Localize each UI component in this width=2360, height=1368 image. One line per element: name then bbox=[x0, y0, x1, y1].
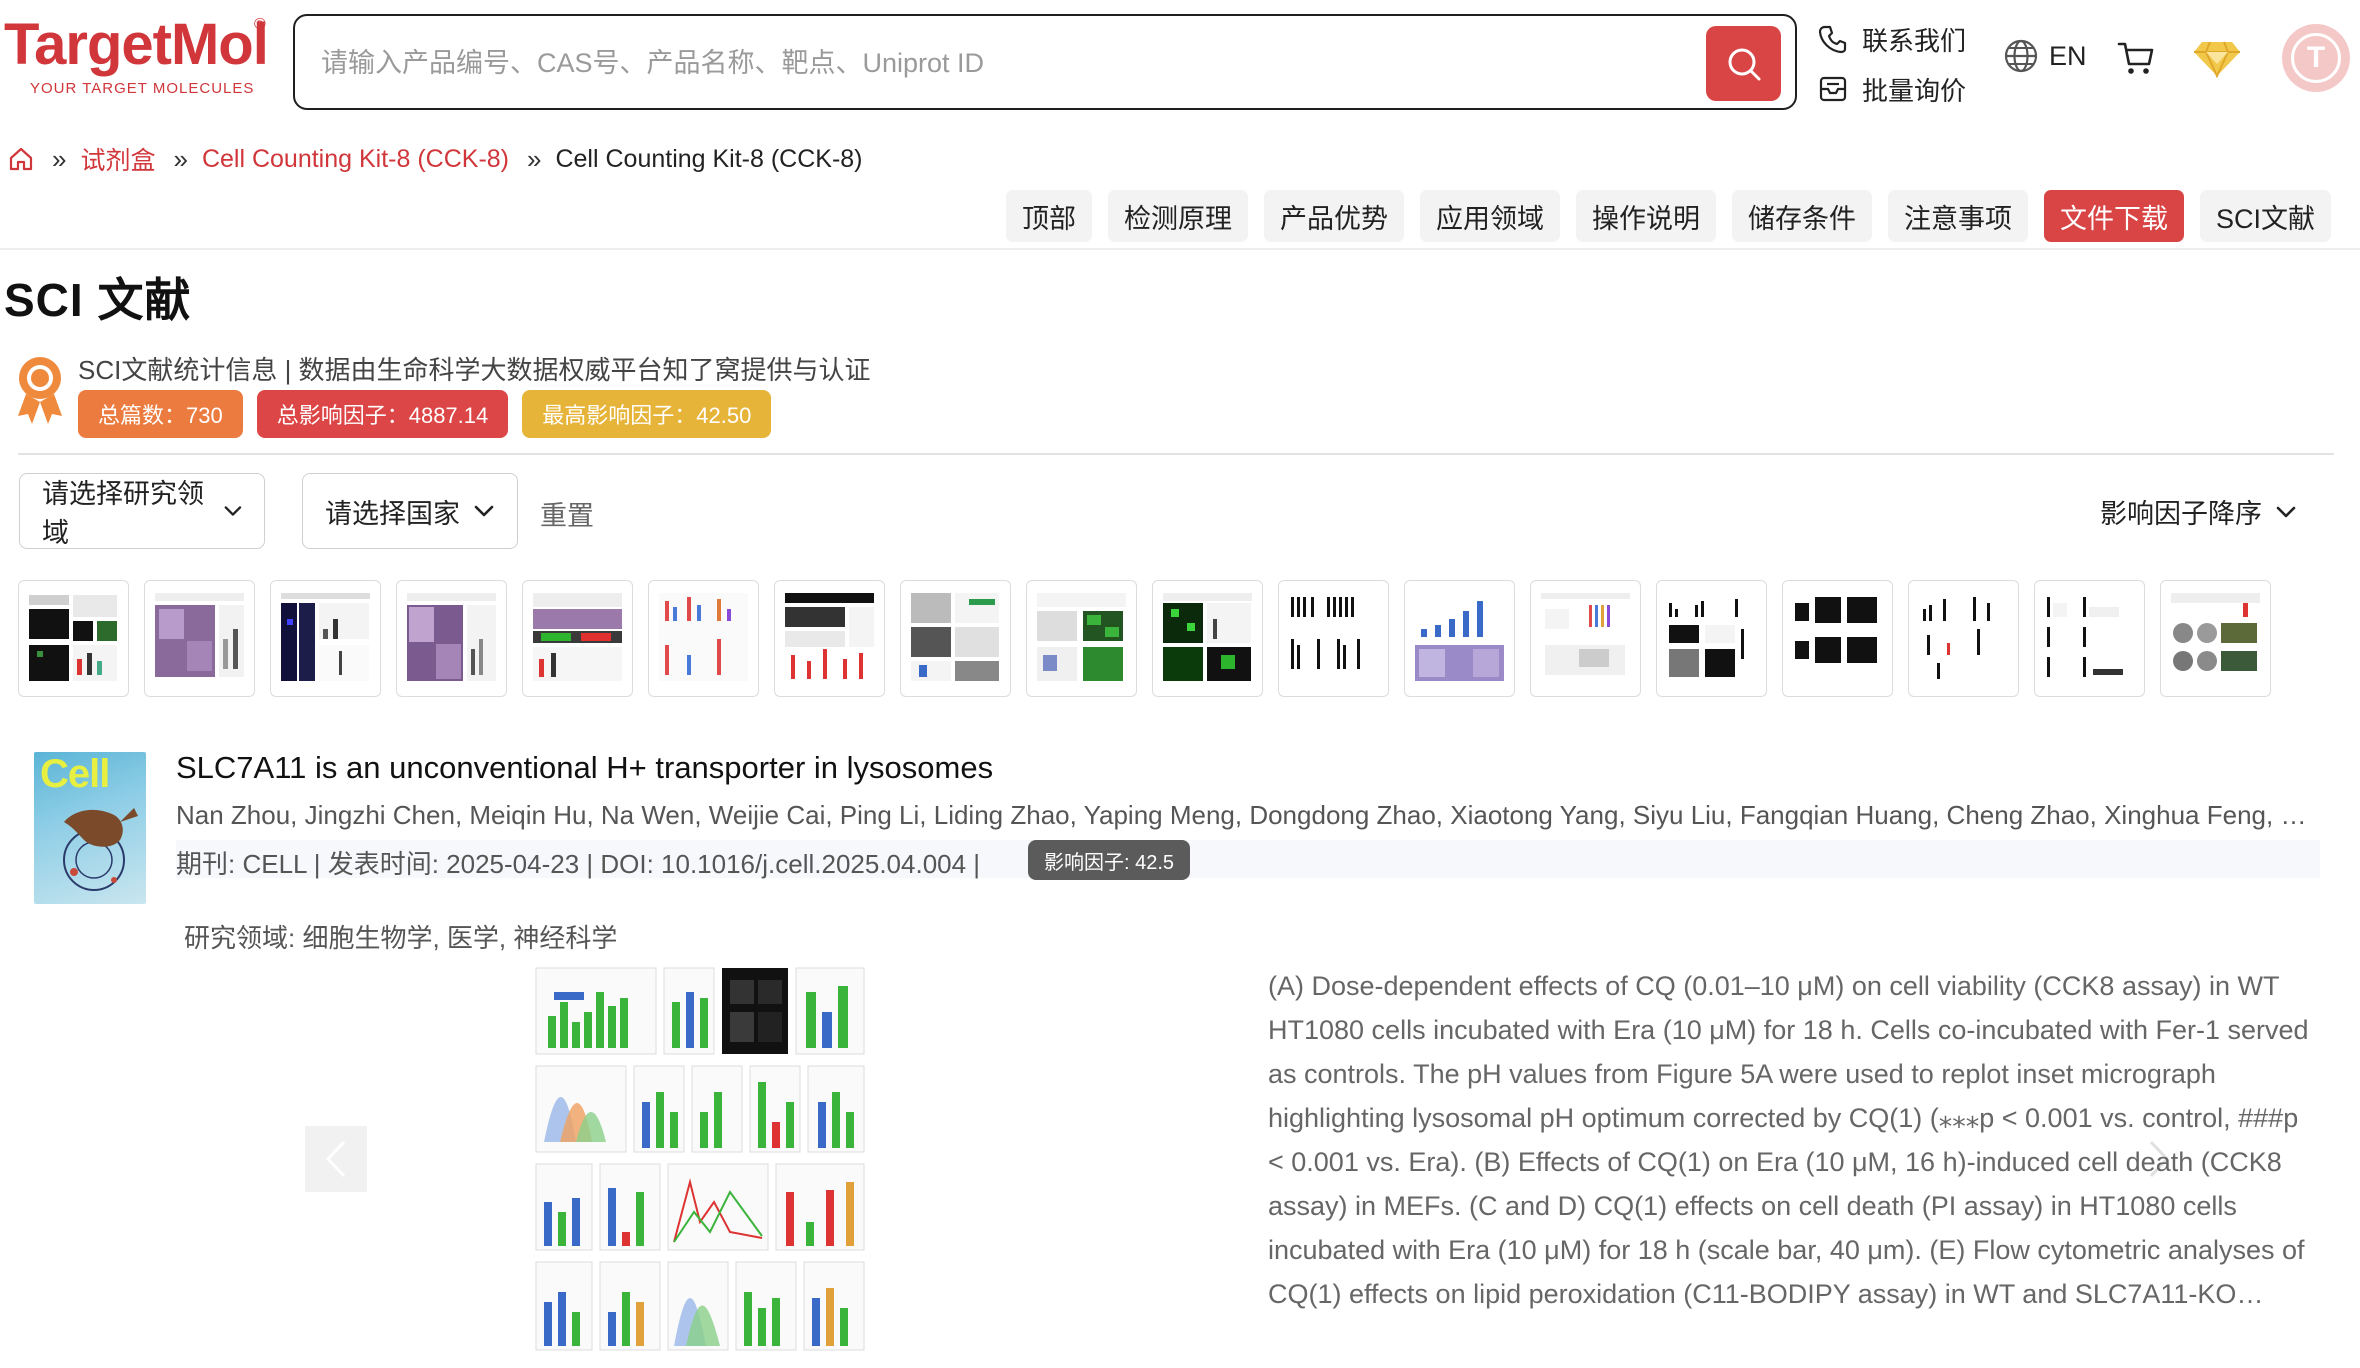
home-icon[interactable] bbox=[8, 146, 34, 172]
article-meta: 期刊: CELL | 发表时间: 2025-04-23 | DOI: 10.10… bbox=[176, 849, 981, 879]
vip-button[interactable] bbox=[2192, 38, 2242, 83]
figure-thumbnail[interactable] bbox=[2160, 580, 2271, 697]
figure-thumbnail[interactable] bbox=[1152, 580, 1263, 697]
targetmol-logo[interactable]: TargetMol ® YOUR TARGET MOLECULES bbox=[4, 12, 269, 114]
figure-thumbnail[interactable] bbox=[1278, 580, 1389, 697]
language-switcher[interactable]: EN bbox=[2003, 38, 2087, 74]
breadcrumb-item-category[interactable]: 试剂盒 bbox=[80, 141, 155, 177]
cart-button[interactable] bbox=[2117, 40, 2155, 81]
cover-illustration bbox=[63, 808, 138, 891]
figure-thumbnail[interactable] bbox=[1026, 580, 1137, 697]
breadcrumb-item-current: Cell Counting Kit-8 (CCK-8) bbox=[555, 144, 863, 173]
breadcrumb-separator: » bbox=[527, 143, 542, 174]
total-count-badge: 总篇数：730 bbox=[78, 390, 243, 438]
contact-us-link[interactable]: 联系我们 bbox=[1818, 14, 1978, 64]
figure-thumbnail[interactable] bbox=[648, 580, 759, 697]
diamond-icon bbox=[2194, 41, 2240, 79]
chevron-down-icon bbox=[474, 505, 494, 517]
reset-button[interactable]: 重置 bbox=[540, 494, 594, 533]
inquiry-icon bbox=[1819, 76, 1847, 102]
figure-image bbox=[530, 962, 870, 1356]
search-icon bbox=[1728, 48, 1760, 80]
sci-section-title: SCI 文献 bbox=[4, 274, 192, 326]
logo-tagline: YOUR TARGET MOLECULES bbox=[30, 80, 255, 97]
sort-select-label: 影响因子降序 bbox=[2100, 499, 2262, 529]
breadcrumb: » 试剂盒 » Cell Counting Kit-8 (CCK-8) » Ce… bbox=[8, 142, 863, 176]
figure-thumbnail[interactable] bbox=[1530, 580, 1641, 697]
tab-notes[interactable]: 注意事项 bbox=[1887, 190, 2028, 242]
logo-registered-mark: ® bbox=[254, 16, 266, 33]
user-avatar[interactable]: T bbox=[2282, 24, 2350, 92]
chevron-down-icon bbox=[224, 506, 242, 516]
tab-sci-papers[interactable]: SCI文献 bbox=[2199, 190, 2331, 242]
header-divider bbox=[0, 248, 2360, 250]
language-label: EN bbox=[2049, 40, 2087, 71]
article-authors: Nan Zhou, Jingzhi Chen, Meiqin Hu, Na We… bbox=[176, 800, 2316, 830]
figure-thumbnail[interactable] bbox=[1404, 580, 1515, 697]
contact-links: 联系我们 批量询价 bbox=[1818, 14, 1978, 114]
globe-icon bbox=[2004, 39, 2038, 73]
bulk-inquiry-link[interactable]: 批量询价 bbox=[1818, 64, 1978, 114]
figure-thumbnail-strip bbox=[18, 580, 2271, 697]
impact-factor-badge: 影响因子: 42.5 bbox=[1028, 840, 1191, 880]
tab-instructions[interactable]: 操作说明 bbox=[1575, 190, 1716, 242]
figure-description: (A) Dose-dependent effects of CQ (0.01–1… bbox=[1268, 971, 2309, 1309]
breadcrumb-item-product[interactable]: Cell Counting Kit-8 (CCK-8) bbox=[202, 145, 509, 174]
figure-thumbnail[interactable] bbox=[396, 580, 507, 697]
max-if-badge: 最高影响因子：42.50 bbox=[522, 390, 772, 438]
figure-thumbnail[interactable] bbox=[1782, 580, 1893, 697]
tab-principle[interactable]: 检测原理 bbox=[1107, 190, 1248, 242]
figure-thumbnail[interactable] bbox=[900, 580, 1011, 697]
tab-storage[interactable]: 储存条件 bbox=[1731, 190, 1872, 242]
chevron-left-icon bbox=[325, 1140, 346, 1178]
total-if-badge: 总影响因子：4887.14 bbox=[256, 390, 509, 438]
figure-thumbnail[interactable] bbox=[18, 580, 129, 697]
figure-thumbnail[interactable] bbox=[522, 580, 633, 697]
cart-icon bbox=[2117, 42, 2154, 74]
figure-thumbnail[interactable] bbox=[774, 580, 885, 697]
tab-downloads[interactable]: 文件下载 bbox=[2043, 190, 2184, 242]
figure-thumbnail[interactable] bbox=[270, 580, 381, 697]
phone-icon bbox=[1818, 25, 1847, 54]
research-field: 研究领域: 细胞生物学, 医学, 神经科学 bbox=[184, 923, 618, 953]
country-select-label: 请选择国家 bbox=[325, 498, 460, 529]
breadcrumb-separator: » bbox=[173, 143, 188, 174]
contact-us-label: 联系我们 bbox=[1862, 25, 1967, 56]
research-field-select-label: 请选择研究领域 bbox=[42, 479, 204, 548]
article-figure[interactable] bbox=[530, 962, 870, 1356]
stats-divider bbox=[18, 453, 2334, 455]
tab-advantages[interactable]: 产品优势 bbox=[1263, 190, 1404, 242]
search-bar bbox=[293, 14, 1797, 110]
figure-thumbnail[interactable] bbox=[144, 580, 255, 697]
avatar-letter: T bbox=[2291, 33, 2341, 83]
breadcrumb-separator: » bbox=[52, 143, 67, 174]
country-select[interactable]: 请选择国家 bbox=[302, 473, 518, 549]
search-button[interactable] bbox=[1706, 26, 1781, 101]
logo-wordmark: TargetMol bbox=[4, 12, 269, 77]
sci-stats-badges: 总篇数：730 总影响因子：4887.14 最高影响因子：42.50 bbox=[78, 390, 772, 438]
chevron-down-icon bbox=[2276, 506, 2296, 517]
research-field-select[interactable]: 请选择研究领域 bbox=[19, 473, 265, 549]
tab-top[interactable]: 顶部 bbox=[1005, 190, 1092, 242]
figure-thumbnail[interactable] bbox=[1908, 580, 2019, 697]
carousel-prev-button[interactable] bbox=[305, 1126, 367, 1192]
tab-applications[interactable]: 应用领域 bbox=[1419, 190, 1560, 242]
award-icon bbox=[18, 357, 62, 424]
journal-cover[interactable]: Cell bbox=[34, 752, 146, 904]
section-tabs: 顶部 检测原理 产品优势 应用领域 操作说明 储存条件 注意事项 文件下载 SC… bbox=[1005, 190, 2331, 242]
sci-stats-description: SCI文献统计信息 | 数据由生命科学大数据权威平台知了窝提供与认证 bbox=[78, 355, 871, 385]
bulk-inquiry-label: 批量询价 bbox=[1862, 75, 1967, 106]
article-title[interactable]: SLC7A11 is an unconventional H+ transpor… bbox=[176, 750, 993, 786]
figure-thumbnail[interactable] bbox=[2034, 580, 2145, 697]
figure-thumbnail[interactable] bbox=[1656, 580, 1767, 697]
search-input[interactable] bbox=[321, 36, 1681, 90]
site-header: TargetMol ® YOUR TARGET MOLECULES 联系我们 批 bbox=[0, 0, 2360, 125]
sort-select[interactable]: 影响因子降序 bbox=[2100, 492, 2296, 531]
